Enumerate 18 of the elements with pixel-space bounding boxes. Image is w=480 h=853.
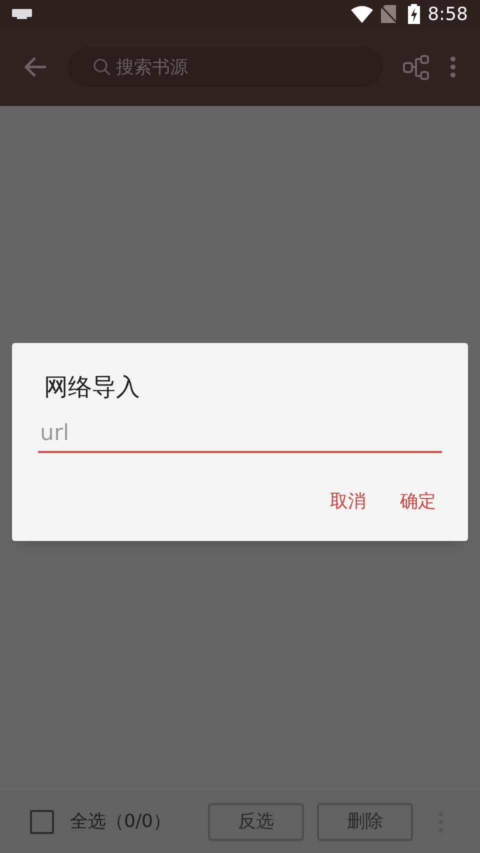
search-field[interactable]: 搜索书源: [68, 47, 383, 87]
wifi-icon: [350, 6, 373, 22]
keyboard-icon: [12, 9, 32, 19]
clock: 8:58: [428, 2, 468, 26]
search-icon: [93, 58, 111, 76]
more-menu-icon[interactable]: [450, 56, 456, 78]
hierarchy-icon[interactable]: [403, 54, 430, 80]
action-button[interactable]: 删除: [317, 802, 413, 840]
dialog-button[interactable]: 取消: [324, 483, 372, 519]
battery-charging-icon: [408, 4, 420, 24]
no-sim-icon: [380, 5, 396, 23]
url-input-field[interactable]: url: [38, 415, 442, 453]
select-all-label: 全选（0/0）: [70, 810, 172, 834]
action-button[interactable]: 反选: [208, 802, 304, 840]
dialog-button[interactable]: 确定: [394, 483, 442, 519]
checkbox[interactable]: [30, 810, 54, 834]
back-arrow-icon[interactable]: [24, 56, 48, 78]
dialog-title: 网络导入: [44, 372, 141, 403]
